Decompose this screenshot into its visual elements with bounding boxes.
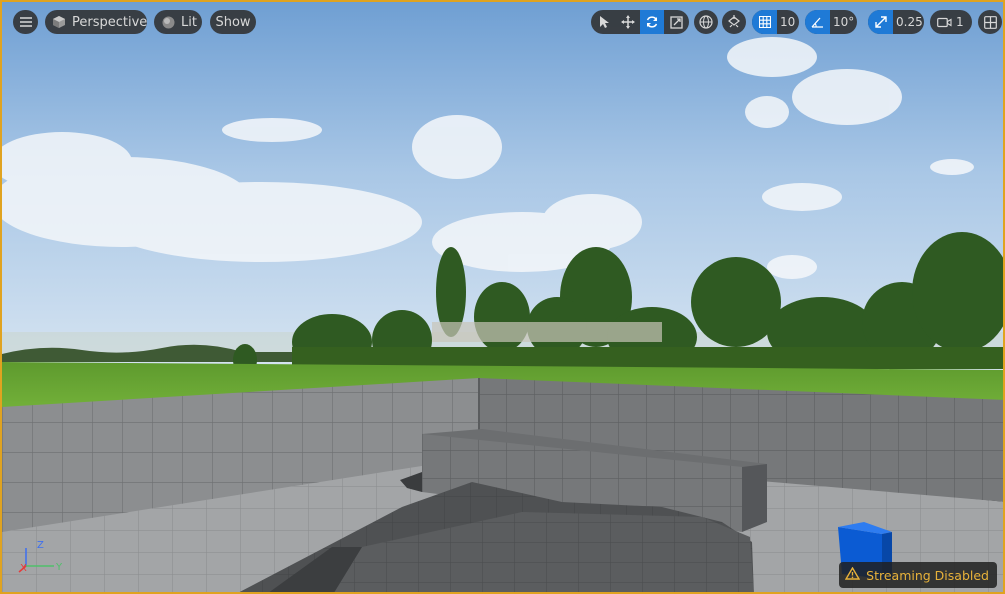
hamburger-icon xyxy=(19,17,32,27)
sphere-icon xyxy=(162,16,175,29)
rotation-snap-toggle[interactable] xyxy=(805,10,830,34)
show-label: Show xyxy=(215,14,251,30)
viewport-menu-button[interactable] xyxy=(13,10,38,34)
camera-speed-value: 1 xyxy=(956,15,964,29)
grid-icon xyxy=(758,16,771,28)
camera-icon xyxy=(937,17,952,28)
move-icon xyxy=(621,15,635,29)
rotate-tool-button[interactable] xyxy=(640,10,664,34)
view-mode-label: Perspective xyxy=(72,14,148,30)
angle-icon xyxy=(811,16,824,28)
camera-speed-control[interactable]: 1 xyxy=(930,10,972,34)
lighting-mode-label: Lit xyxy=(181,14,197,30)
surface-snap-icon xyxy=(727,15,741,29)
rotation-snap-control[interactable]: 10° xyxy=(805,10,857,34)
globe-icon xyxy=(699,15,713,29)
grid-snap-value: 10 xyxy=(780,15,796,29)
translate-tool-button[interactable] xyxy=(616,10,640,34)
scale-snap-icon xyxy=(874,16,887,28)
transform-tools-group xyxy=(591,10,689,34)
view-mode-dropdown[interactable]: Perspective xyxy=(45,10,147,34)
rotation-snap-value: 10° xyxy=(833,15,855,29)
lighting-mode-dropdown[interactable]: Lit xyxy=(154,10,202,34)
streaming-status-text: Streaming Disabled xyxy=(866,567,989,583)
viewport-layout-icon xyxy=(983,15,997,29)
grid-snap-control[interactable]: 10 xyxy=(752,10,799,34)
z-axis-label: Z xyxy=(37,540,44,551)
axis-gizmo: Z Y X xyxy=(18,540,63,574)
warning-icon xyxy=(844,566,861,583)
cube-icon xyxy=(52,15,66,29)
scale-snap-toggle[interactable] xyxy=(868,10,893,34)
scale-snap-control[interactable]: 0.25 xyxy=(868,10,924,34)
cursor-icon xyxy=(598,15,610,29)
show-flags-dropdown[interactable]: Show xyxy=(210,10,256,34)
coordinate-space-button[interactable] xyxy=(694,10,718,34)
viewport-layout-button[interactable] xyxy=(978,10,1002,34)
y-axis-label: Y xyxy=(55,562,63,573)
editor-viewport[interactable]: Perspective Lit Show 10 10° 0.25 1 Z Y X… xyxy=(0,0,1005,594)
scale-tool-button[interactable] xyxy=(664,10,689,34)
grid-snap-toggle[interactable] xyxy=(752,10,777,34)
rotate-icon xyxy=(645,15,659,29)
scale-snap-value: 0.25 xyxy=(896,15,923,29)
surface-snap-button[interactable] xyxy=(722,10,746,34)
select-tool-button[interactable] xyxy=(591,10,616,34)
scene-render[interactable] xyxy=(2,2,1005,594)
x-axis-label: X xyxy=(20,563,27,574)
streaming-status-badge[interactable]: Streaming Disabled xyxy=(839,562,997,588)
scale-icon xyxy=(670,15,683,29)
